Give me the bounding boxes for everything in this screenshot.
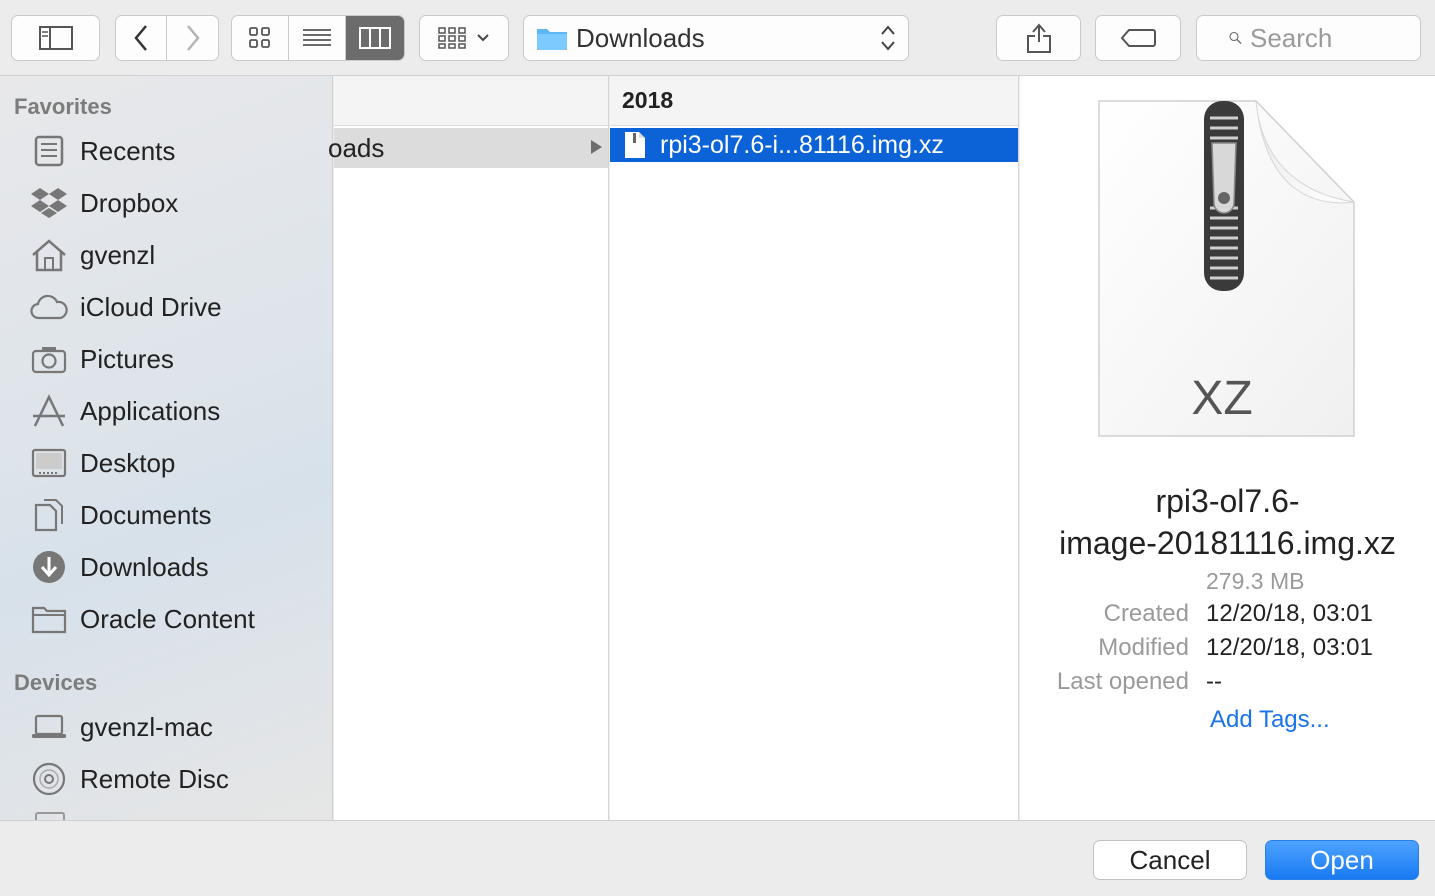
meta-label: Last opened <box>1056 668 1189 695</box>
disc-icon <box>30 760 68 798</box>
partial-device-icon <box>35 812 65 820</box>
camera-icon <box>30 340 68 378</box>
sidebar-item-documents[interactable]: Documents <box>30 493 330 537</box>
toolbar: Downloads <box>0 0 1435 76</box>
home-icon <box>30 236 68 274</box>
xz-archive-icon: XZ <box>1098 100 1355 437</box>
sidebar-item-icloud-drive[interactable]: iCloud Drive <box>30 285 330 329</box>
path-label: Downloads <box>576 22 705 53</box>
file-name: rpi3-ol7.6-i...81116.img.xz <box>660 130 944 159</box>
meta-last-opened: Last opened -- <box>1020 668 1435 702</box>
sidebar-item-pictures[interactable]: Pictures <box>30 337 330 381</box>
recents-icon <box>30 132 68 170</box>
chevron-down-icon <box>477 34 489 42</box>
folder-icon <box>537 29 567 50</box>
sidebar-icon <box>38 26 73 50</box>
forward-button[interactable] <box>167 16 218 60</box>
add-tags-link[interactable]: Add Tags... <box>1210 706 1330 734</box>
sidebar: Favorites Recents Dropbox gvenzl iCloud … <box>0 76 333 820</box>
sidebar-item-label: Documents <box>80 499 212 530</box>
list-icon <box>303 29 332 46</box>
preview-pane: XZ rpi3-ol7.6- image-20181116.img.xz 279… <box>1020 76 1435 820</box>
sidebar-item-label: Recents <box>80 135 176 166</box>
tag-icon <box>1120 29 1156 47</box>
column-header: 2018 <box>610 76 1018 126</box>
sidebar-item-label: Dropbox <box>80 187 179 218</box>
document-icon <box>30 496 68 534</box>
columns-icon <box>358 27 391 49</box>
grid-icon <box>249 27 271 48</box>
column-header <box>334 76 608 126</box>
folder-icon <box>30 600 68 638</box>
meta-created: Created 12/20/18, 03:01 <box>1020 600 1435 634</box>
dropbox-icon <box>30 184 68 222</box>
sidebar-item-remote-disc[interactable]: Remote Disc <box>30 757 330 801</box>
sidebar-item-label: Desktop <box>80 447 176 478</box>
tags-button[interactable] <box>1095 15 1181 61</box>
icon-view-button[interactable] <box>232 16 290 60</box>
laptop-icon <box>30 708 68 746</box>
browser-column-2: 2018 rpi3-ol7.6-i...81116.img.xz <box>610 76 1019 820</box>
sidebar-item-downloads[interactable]: Downloads <box>30 545 330 589</box>
file-name-line-1: rpi3-ol7.6- <box>1155 483 1300 519</box>
group-grid-icon <box>438 27 466 49</box>
meta-value: 12/20/18, 03:01 <box>1206 600 1373 627</box>
meta-modified: Modified 12/20/18, 03:01 <box>1020 634 1435 668</box>
desktop-icon <box>30 444 68 482</box>
sidebar-item-label: Applications <box>80 395 221 426</box>
meta-label: Modified <box>1098 634 1189 661</box>
chevron-right-icon <box>186 25 200 51</box>
sidebar-item-recents[interactable]: Recents <box>30 129 330 173</box>
search-input[interactable] <box>1250 22 1420 54</box>
file-size: 279.3 MB <box>1206 568 1305 594</box>
sidebar-item-label: Downloads <box>80 551 209 582</box>
updown-arrows-icon <box>881 25 895 51</box>
cancel-button[interactable]: Cancel <box>1093 840 1247 880</box>
cloud-icon <box>30 288 68 326</box>
sidebar-item-gvenzl-mac[interactable]: gvenzl-mac <box>30 705 330 749</box>
bottom-bar: Cancel Open <box>0 820 1435 896</box>
archive-file-icon <box>625 132 645 158</box>
back-forward-control <box>115 15 219 61</box>
meta-value: -- <box>1206 668 1222 695</box>
view-mode-control <box>231 15 405 61</box>
path-popup[interactable]: Downloads <box>523 15 909 61</box>
sidebar-item-gvenzl[interactable]: gvenzl <box>30 233 330 277</box>
back-button[interactable] <box>116 16 168 60</box>
sidebar-item-desktop[interactable]: Desktop <box>30 441 330 485</box>
sidebar-item-label: gvenzl-mac <box>80 711 213 742</box>
sidebar-item-label: Remote Disc <box>80 763 229 794</box>
list-view-button[interactable] <box>289 16 346 60</box>
open-button[interactable]: Open <box>1265 840 1419 880</box>
share-icon <box>1026 23 1051 53</box>
search-field[interactable] <box>1196 15 1421 61</box>
favorites-header: Favorites <box>14 94 112 119</box>
sidebar-item-oracle-content[interactable]: Oracle Content <box>30 597 330 641</box>
sidebar-item-label: Oracle Content <box>80 603 255 634</box>
column-row-downloads[interactable]: oads <box>328 128 608 168</box>
group-by-button[interactable] <box>419 15 509 61</box>
meta-label: Created <box>1103 600 1189 627</box>
applications-icon <box>30 392 68 430</box>
devices-header: Devices <box>14 670 98 695</box>
sidebar-item-label: Pictures <box>80 343 174 374</box>
browser-column-1: oads <box>328 76 609 820</box>
disclosure-arrow-icon <box>591 140 602 154</box>
column-view-button[interactable] <box>345 16 404 60</box>
meta-value: 12/20/18, 03:01 <box>1206 634 1373 661</box>
sidebar-toggle-button[interactable] <box>11 15 100 61</box>
sidebar-item-dropbox[interactable]: Dropbox <box>30 181 330 225</box>
preview-file-name: rpi3-ol7.6- image-20181116.img.xz <box>1020 480 1435 564</box>
row-label: oads <box>328 132 385 163</box>
share-button[interactable] <box>996 15 1081 61</box>
search-icon <box>1229 31 1242 44</box>
sidebar-item-label: gvenzl <box>80 239 156 270</box>
sidebar-item-label: iCloud Drive <box>80 291 222 322</box>
file-row-selected[interactable]: rpi3-ol7.6-i...81116.img.xz <box>610 128 1018 162</box>
download-icon <box>30 548 68 586</box>
chevron-left-icon <box>134 25 147 51</box>
file-type-badge: XZ <box>1191 372 1252 425</box>
sidebar-item-applications[interactable]: Applications <box>30 389 330 433</box>
file-name-line-2: image-20181116.img.xz <box>1059 525 1396 561</box>
